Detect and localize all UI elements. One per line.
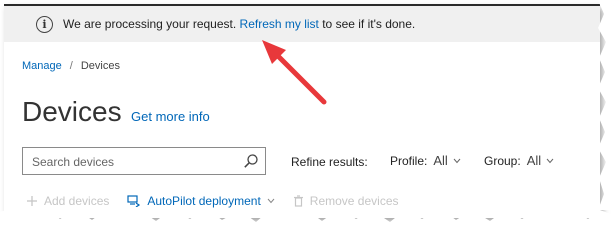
torn-paper-edge [0,0,616,240]
